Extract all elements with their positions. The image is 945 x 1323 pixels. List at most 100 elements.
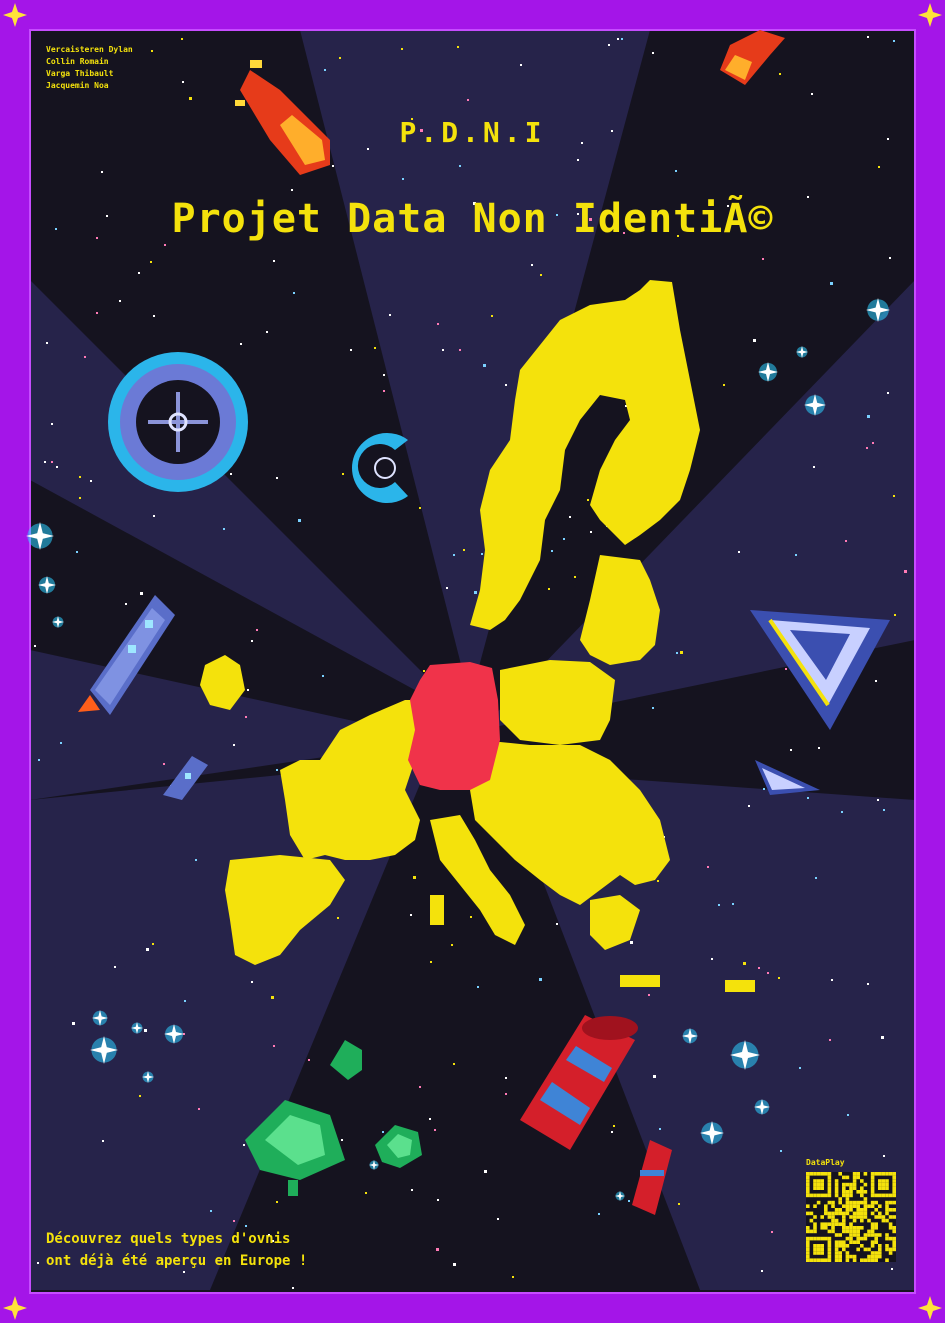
star: [872, 442, 874, 444]
star: [767, 972, 769, 974]
star: [867, 36, 869, 38]
star: [164, 244, 166, 246]
star: [266, 331, 268, 333]
star: [413, 876, 416, 879]
star: [569, 516, 571, 518]
star: [891, 1268, 893, 1270]
star: [243, 1144, 245, 1146]
star: [497, 1218, 499, 1220]
star: [233, 744, 235, 746]
star: [324, 69, 326, 71]
star: [437, 323, 439, 325]
star: [718, 904, 720, 906]
star: [845, 540, 847, 542]
star: [904, 570, 907, 573]
star: [34, 645, 36, 647]
star: [245, 1225, 247, 1227]
star: [657, 880, 659, 882]
star: [778, 977, 780, 979]
star: [628, 1200, 630, 1202]
star: [189, 97, 192, 100]
star: [79, 476, 81, 478]
star: [271, 996, 274, 999]
star: [830, 282, 833, 285]
star: [548, 588, 550, 590]
star: [453, 554, 455, 556]
star: [383, 374, 385, 376]
star: [652, 707, 654, 709]
star: [430, 961, 432, 963]
map-germany-highlight: [408, 662, 500, 790]
star: [153, 315, 155, 317]
star: [84, 356, 86, 358]
star: [436, 1248, 439, 1251]
star: [292, 1287, 294, 1289]
star: [423, 670, 425, 672]
star: [520, 64, 522, 66]
star: [723, 384, 725, 386]
star: [374, 347, 376, 349]
star: [419, 507, 421, 509]
star: [125, 603, 127, 605]
star: [598, 1213, 600, 1215]
star: [881, 1036, 884, 1039]
star: [621, 38, 623, 40]
star: [491, 315, 493, 317]
map-island-2: [430, 895, 444, 925]
star: [342, 473, 344, 475]
star: [434, 1129, 436, 1131]
star: [587, 499, 589, 501]
credit-name: Vercaisteren Dylan: [46, 45, 133, 54]
star: [883, 1155, 885, 1157]
credits: Vercaisteren Dylan Collin Romain Varga T…: [46, 44, 133, 92]
star: [611, 1131, 613, 1133]
star: [608, 44, 610, 46]
star: [151, 50, 153, 52]
star: [505, 1077, 507, 1079]
star: [389, 314, 391, 316]
star: [79, 497, 81, 499]
star: [446, 587, 448, 589]
star: [419, 1086, 421, 1088]
star: [150, 261, 152, 263]
star: [56, 466, 58, 468]
star: [339, 57, 341, 59]
star: [322, 675, 324, 677]
star: [198, 1108, 200, 1110]
star: [350, 349, 352, 351]
star: [675, 170, 677, 172]
star: [680, 651, 683, 654]
star: [743, 962, 746, 965]
star: [138, 272, 140, 274]
star: [613, 1125, 615, 1127]
star: [894, 614, 896, 616]
star: [484, 1170, 487, 1173]
star: [223, 528, 225, 530]
star: [785, 668, 787, 670]
star: [114, 966, 116, 968]
star: [753, 339, 756, 342]
star: [883, 809, 885, 811]
star: [51, 423, 53, 425]
star: [453, 1063, 455, 1065]
star: [459, 349, 461, 351]
star: [829, 1039, 831, 1041]
star: [813, 466, 815, 468]
star: [630, 941, 633, 944]
star: [44, 461, 46, 463]
star: [563, 538, 565, 540]
star: [139, 1095, 141, 1097]
star: [467, 99, 469, 101]
brand-label: DataPlay: [806, 1158, 845, 1167]
star: [887, 392, 889, 394]
poster: Vercaisteren Dylan Collin Romain Varga T…: [0, 0, 945, 1323]
star: [60, 742, 62, 744]
star: [841, 811, 843, 813]
map-island-1: [620, 975, 660, 987]
star: [551, 550, 553, 552]
star: [276, 769, 278, 771]
star: [779, 73, 781, 75]
star: [298, 519, 301, 522]
star: [72, 1022, 75, 1025]
star: [707, 866, 709, 868]
